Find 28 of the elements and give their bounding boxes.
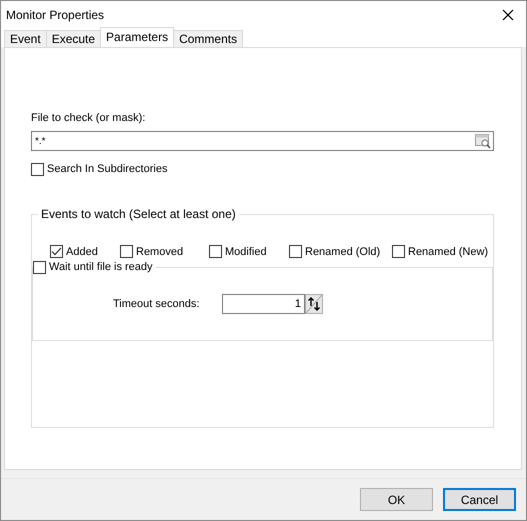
checkbox[interactable] bbox=[392, 245, 405, 258]
dialog-button[interactable]: Cancel bbox=[443, 488, 516, 511]
browse-icon[interactable] bbox=[475, 134, 491, 148]
checkbox-label: Renamed (New) bbox=[408, 244, 488, 260]
checkbox[interactable] bbox=[289, 245, 302, 258]
close-icon[interactable] bbox=[502, 8, 514, 20]
checkbox-label: Search In Subdirectories bbox=[47, 162, 168, 177]
checkbox[interactable] bbox=[209, 245, 222, 258]
group-title: Events to watch (Select at least one) bbox=[40, 206, 237, 222]
checkbox[interactable] bbox=[120, 245, 133, 258]
tab[interactable]: Execute bbox=[46, 30, 102, 47]
tab[interactable]: Comments bbox=[173, 30, 244, 47]
window-title: Monitor Properties bbox=[6, 6, 104, 24]
timeout-field[interactable]: 1 bbox=[222, 294, 305, 314]
dialog-button[interactable]: OK bbox=[360, 488, 433, 511]
file-mask-field[interactable]: *.* bbox=[31, 131, 494, 151]
checkbox[interactable] bbox=[50, 245, 63, 258]
checkbox[interactable] bbox=[31, 162, 44, 176]
field-label: File to check (or mask): bbox=[31, 111, 146, 126]
checkbox-label: Renamed (Old) bbox=[305, 244, 380, 260]
checkbox-label: Removed bbox=[136, 244, 184, 260]
checkbox[interactable] bbox=[33, 261, 46, 274]
checkbox-label: Modified bbox=[225, 244, 267, 260]
timeout-label: Timeout seconds: bbox=[113, 296, 200, 312]
checkbox-label: Added bbox=[66, 244, 98, 260]
checkbox-label: Wait until file is ready bbox=[49, 260, 153, 275]
tab[interactable]: Event bbox=[4, 30, 47, 47]
spin-arrows-icon[interactable] bbox=[305, 294, 323, 314]
